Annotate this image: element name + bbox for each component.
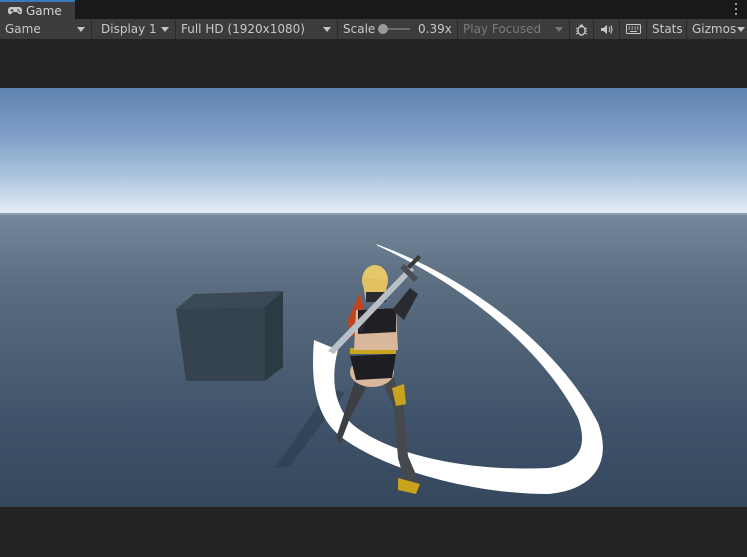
scale-control: Scale 0.39x bbox=[338, 19, 458, 39]
gizmos-dropdown[interactable]: Gizmos bbox=[687, 19, 747, 39]
game-view-toolbar: Game Display 1 Full HD (1920x1080) Scale… bbox=[0, 19, 747, 40]
game-view-bottom-letterbox bbox=[0, 507, 747, 557]
tab-label: Game bbox=[26, 3, 62, 18]
stats-button[interactable]: Stats bbox=[647, 19, 687, 39]
character-model bbox=[328, 254, 422, 494]
play-mode-label: Play Focused bbox=[463, 22, 542, 36]
game-view-render[interactable] bbox=[0, 88, 747, 507]
stats-label: Stats bbox=[652, 22, 683, 36]
chevron-down-icon bbox=[737, 27, 745, 32]
mute-audio-button[interactable] bbox=[594, 19, 620, 39]
debug-toggle-button[interactable] bbox=[570, 19, 594, 39]
scene-objects bbox=[176, 244, 603, 494]
gamepad-icon bbox=[8, 6, 22, 14]
resolution-dropdown[interactable]: Full HD (1920x1080) bbox=[176, 19, 338, 39]
chevron-down-icon bbox=[77, 27, 85, 32]
chevron-down-icon bbox=[323, 27, 331, 32]
view-mode-dropdown[interactable]: Game bbox=[0, 19, 92, 39]
scale-slider-handle[interactable] bbox=[378, 24, 388, 34]
tab-game[interactable]: Game bbox=[0, 0, 75, 19]
editor-tab-bar: Game bbox=[0, 0, 747, 19]
keyboard-icon bbox=[625, 24, 641, 34]
view-mode-label: Game bbox=[5, 22, 41, 36]
speaker-icon bbox=[601, 24, 613, 34]
scale-value: 0.39x bbox=[418, 22, 452, 36]
display-dropdown[interactable]: Display 1 bbox=[96, 19, 176, 39]
resolution-label: Full HD (1920x1080) bbox=[181, 22, 305, 36]
chevron-down-icon bbox=[161, 27, 169, 32]
chevron-down-icon bbox=[555, 27, 563, 32]
gizmos-label: Gizmos bbox=[692, 22, 737, 36]
shortcuts-toggle-button[interactable] bbox=[620, 19, 647, 39]
bug-icon bbox=[575, 23, 588, 36]
more-options-icon[interactable] bbox=[731, 2, 741, 16]
play-mode-dropdown[interactable]: Play Focused bbox=[458, 19, 570, 39]
scale-label: Scale bbox=[343, 22, 376, 36]
cube-object bbox=[176, 291, 283, 381]
scale-slider-track[interactable] bbox=[386, 28, 410, 30]
display-label: Display 1 bbox=[101, 22, 157, 36]
